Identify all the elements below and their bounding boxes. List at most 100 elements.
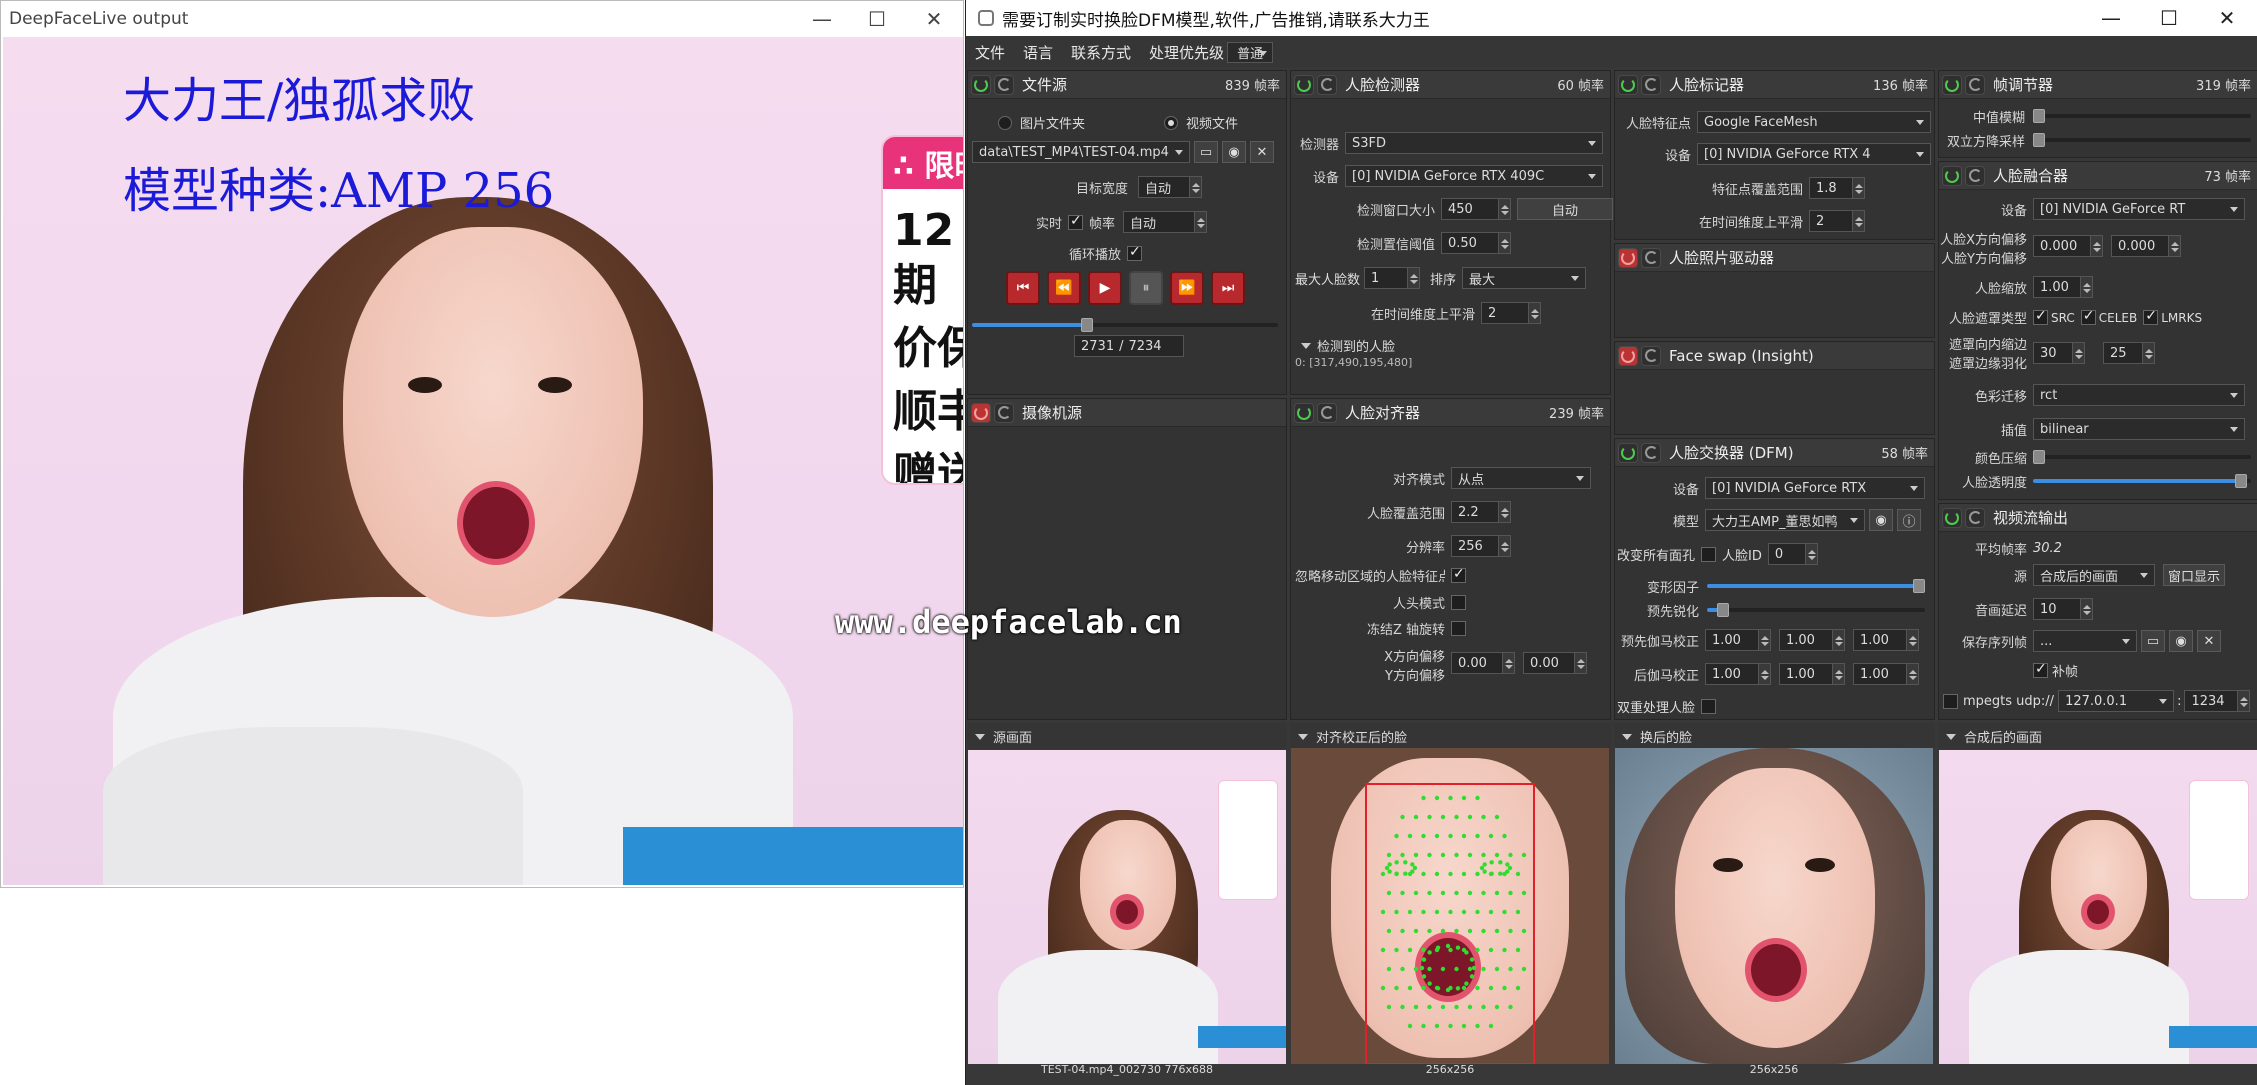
model-select[interactable]: 大力王AMP_董思如鸭 (1705, 509, 1865, 531)
reset-icon[interactable] (994, 402, 1014, 423)
color-compress-slider[interactable] (2033, 450, 2251, 464)
ignore-moving-checkbox[interactable] (1451, 566, 1466, 583)
median-blur-slider-handle[interactable] (2033, 109, 2045, 123)
mpegts-checkbox[interactable] (1943, 693, 1958, 709)
power-icon[interactable] (971, 402, 991, 423)
playback-slider-handle[interactable] (1081, 318, 1094, 332)
face-id-spin[interactable]: 0 (1767, 543, 1818, 565)
sort-select[interactable]: 最大 (1462, 267, 1587, 289)
morph-slider[interactable] (1707, 579, 1925, 593)
seek-forward-icon[interactable]: ⏩ (1170, 271, 1204, 305)
video-file-radio[interactable] (1164, 115, 1178, 130)
pre-gamma-g-spin[interactable]: 1.00 (1779, 629, 1845, 651)
image-folder-radio[interactable] (998, 115, 1012, 130)
frame-counter[interactable]: 2731/7234 (1074, 335, 1184, 357)
merger-y-offset-spin[interactable]: 0.000 (2111, 235, 2181, 257)
realtime-checkbox[interactable] (1068, 213, 1083, 230)
power-icon[interactable] (971, 74, 991, 95)
face-opacity-slider[interactable] (2033, 474, 2251, 488)
view-header-swapped[interactable]: 换后的脸 (1614, 723, 1935, 749)
device-select[interactable]: [0] NVIDIA GeForce RT (2033, 198, 2245, 220)
median-blur-slider[interactable] (2033, 109, 2251, 123)
save-sequence-path[interactable]: ... (2033, 630, 2137, 652)
fill-frames-checkbox[interactable] (2033, 661, 2048, 678)
close-icon[interactable]: ✕ (2198, 0, 2256, 36)
mpegts-host-input[interactable]: 127.0.0.1 (2058, 690, 2175, 712)
device-select[interactable]: [0] NVIDIA GeForce RTX 409C (1345, 165, 1603, 187)
power-icon[interactable] (1618, 442, 1638, 463)
mask-erode-spin[interactable]: 30 (2033, 342, 2085, 364)
close-icon[interactable]: ✕ (906, 1, 962, 37)
collapse-arrow-icon[interactable] (1301, 343, 1311, 354)
post-gamma-g-spin[interactable]: 1.00 (1779, 663, 1845, 685)
auto-button[interactable]: 自动 (1517, 198, 1613, 220)
minimize-icon[interactable]: — (2082, 0, 2140, 36)
device-select[interactable]: [0] NVIDIA GeForce RTX 4 (1697, 143, 1931, 165)
mask-lmrks-checkbox[interactable] (2143, 308, 2159, 325)
mpegts-port-spin[interactable]: 1234 (2184, 690, 2251, 712)
eye-icon[interactable]: ◉ (1222, 141, 1246, 163)
presharpen-slider[interactable] (1707, 603, 1925, 617)
view-header-merged[interactable]: 合成后的画面 (1938, 723, 2257, 749)
two-pass-checkbox[interactable] (1701, 699, 1717, 714)
view-header-aligned[interactable]: 对齐校正后的脸 (1290, 723, 1611, 749)
presharpen-slider-handle[interactable] (1717, 603, 1729, 617)
x-offset-spin[interactable]: 0.00 (1451, 652, 1515, 674)
menu-contact[interactable]: 联系方式 (1062, 42, 1140, 63)
interpolation-select[interactable]: bilinear (2033, 418, 2245, 440)
max-faces-spin[interactable]: 1 (1364, 267, 1421, 289)
reset-icon[interactable] (1641, 74, 1661, 95)
maximize-icon[interactable]: ☐ (2140, 0, 2198, 36)
clear-icon[interactable]: ✕ (2197, 630, 2221, 652)
power-icon[interactable] (1618, 247, 1638, 268)
minimize-icon[interactable]: — (794, 1, 850, 37)
merger-x-offset-spin[interactable]: 0.000 (2033, 235, 2103, 257)
bilateral-slider[interactable] (2033, 133, 2251, 147)
reset-icon[interactable] (1965, 74, 1985, 95)
post-gamma-r-spin[interactable]: 1.00 (1705, 663, 1771, 685)
window-size-spin[interactable]: 450 (1441, 198, 1511, 220)
reset-icon[interactable] (1965, 507, 1985, 528)
seek-begin-icon[interactable]: ⏮ (1006, 271, 1040, 305)
reset-icon[interactable] (1641, 345, 1661, 366)
seek-back-icon[interactable]: ⏪ (1047, 271, 1081, 305)
power-icon[interactable] (1294, 74, 1314, 95)
post-gamma-b-spin[interactable]: 1.00 (1853, 663, 1919, 685)
reset-icon[interactable] (1641, 442, 1661, 463)
stream-source-select[interactable]: 合成后的画面 (2033, 564, 2155, 586)
folder-icon[interactable]: ▭ (2141, 630, 2165, 652)
view-header-source[interactable]: 源画面 (967, 723, 1287, 749)
eye-icon[interactable]: ◉ (1869, 509, 1893, 531)
power-icon[interactable] (1942, 165, 1962, 186)
y-offset-spin[interactable]: 0.00 (1523, 652, 1587, 674)
color-transfer-select[interactable]: rct (2033, 384, 2245, 406)
reset-icon[interactable] (1641, 247, 1661, 268)
coverage-spin[interactable]: 2.2 (1451, 501, 1511, 523)
pre-gamma-b-spin[interactable]: 1.00 (1853, 629, 1919, 651)
head-mode-checkbox[interactable] (1451, 595, 1466, 610)
device-select[interactable]: [0] NVIDIA GeForce RTX (1705, 477, 1925, 499)
face-opacity-slider-handle[interactable] (2234, 474, 2247, 488)
bilateral-slider-handle[interactable] (2033, 133, 2045, 147)
file-path-input[interactable]: data\TEST_MP4\TEST-04.mp4 (972, 141, 1190, 163)
power-icon[interactable] (1942, 74, 1962, 95)
fps-spin[interactable]: 自动 (1123, 211, 1208, 233)
menu-file[interactable]: 文件 (966, 42, 1014, 63)
play-icon[interactable]: ▶ (1088, 271, 1122, 305)
reset-icon[interactable] (1965, 165, 1985, 186)
freeze-z-checkbox[interactable] (1451, 621, 1466, 636)
maximize-icon[interactable]: ☐ (849, 1, 905, 37)
target-width-spin[interactable]: 自动 (1138, 176, 1202, 198)
detector-select[interactable]: S3FD (1345, 132, 1603, 154)
window-display-button[interactable]: 窗口显示 (2163, 564, 2226, 586)
swap-all-checkbox[interactable] (1701, 546, 1717, 562)
av-delay-spin[interactable]: 10 (2033, 598, 2093, 620)
menu-language[interactable]: 语言 (1014, 42, 1062, 63)
resolution-spin[interactable]: 256 (1451, 535, 1511, 557)
reset-icon[interactable] (994, 74, 1014, 95)
pre-gamma-r-spin[interactable]: 1.00 (1705, 629, 1771, 651)
power-icon[interactable] (1618, 74, 1638, 95)
eye-icon[interactable]: ◉ (2169, 630, 2193, 652)
mask-celeb-checkbox[interactable] (2080, 308, 2096, 325)
align-mode-select[interactable]: 从点 (1451, 467, 1591, 489)
